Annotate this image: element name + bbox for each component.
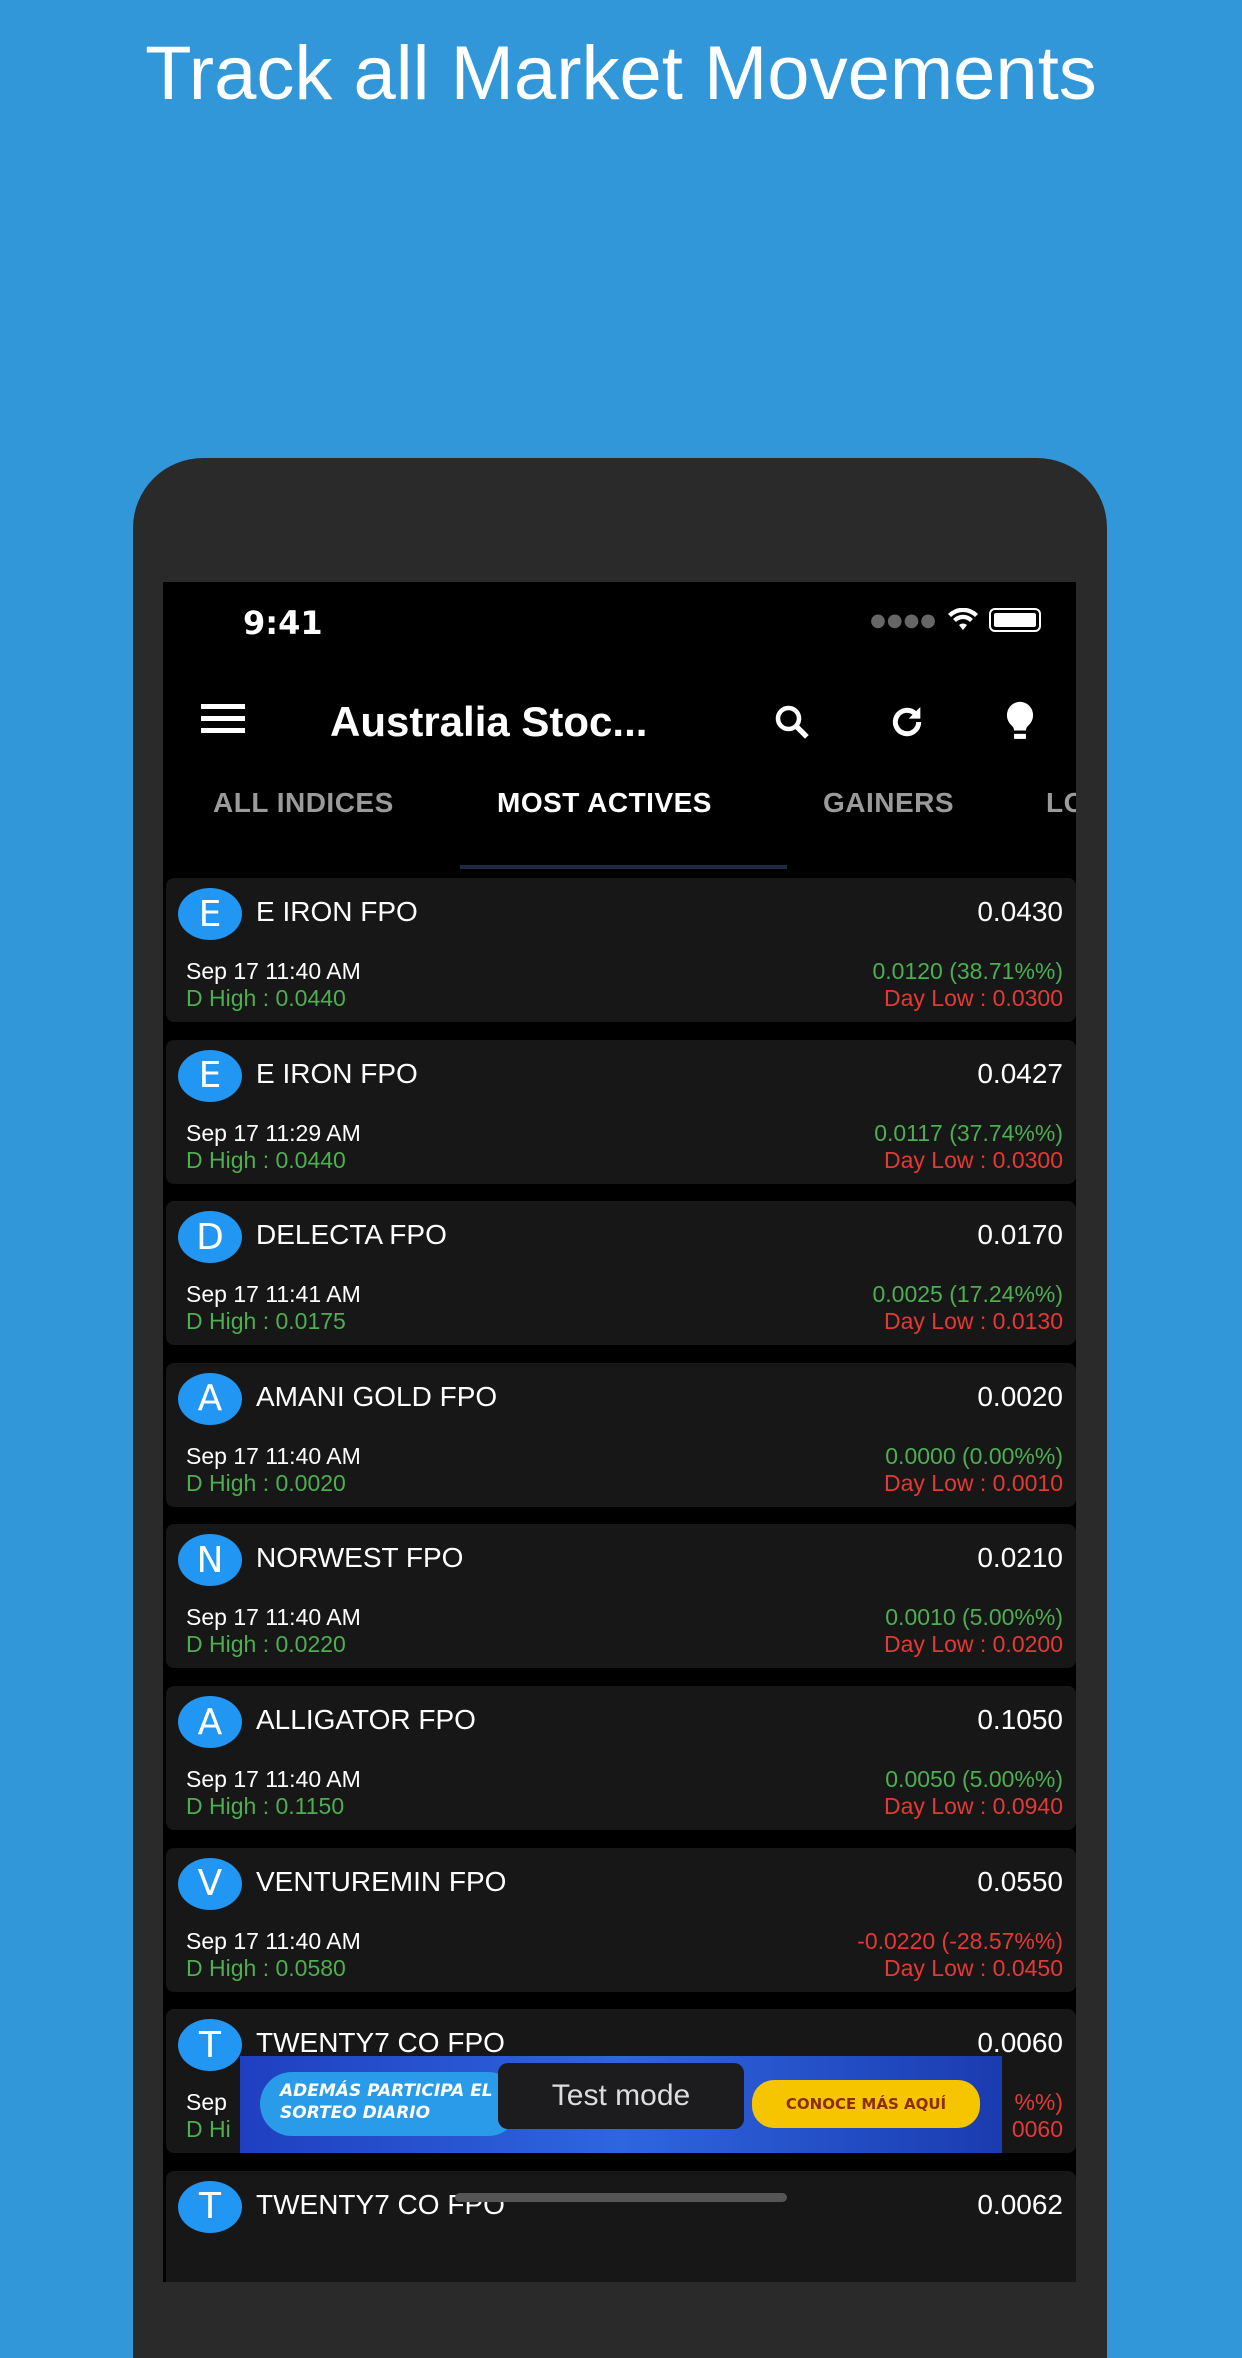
day-high: D High : 0.0440 (186, 985, 346, 1011)
status-bar: 9:41 ●●●● (163, 582, 1076, 662)
stock-time: Sep (186, 2089, 227, 2116)
stock-name: VENTUREMIN FPO (256, 1865, 507, 1897)
stock-time: Sep 17 11:40 AM (186, 1927, 361, 1954)
day-high: D High : 0.0440 (186, 1146, 346, 1173)
stock-price: 0.0020 (977, 1380, 1063, 1412)
day-high: D Hi (186, 2116, 231, 2143)
price-change: -0.0220 (-28.57%%) (857, 1927, 1063, 1954)
menu-icon[interactable] (201, 704, 245, 736)
stock-price: 0.0060 (977, 2027, 1063, 2059)
stock-name: E IRON FPO (256, 896, 418, 927)
stock-name: AMANI GOLD FPO (256, 1380, 498, 1412)
stock-name: ALLIGATOR FPO (256, 1704, 476, 1735)
wifi-icon (948, 608, 978, 630)
avatar: T (178, 2019, 242, 2072)
avatar: T (178, 2180, 242, 2233)
stock-price: 0.0210 (977, 1542, 1063, 1574)
price-change: 0.0050 (5.00%%) (885, 1766, 1063, 1792)
stock-row[interactable]: T TWENTY7 CO FPO 0.0062 (166, 2170, 1076, 2282)
stock-time: Sep 17 11:40 AM (186, 1766, 361, 1792)
price-change: 0.0117 (37.74%%) (874, 1119, 1063, 1146)
stock-row[interactable]: E E IRON FPO 0.0430 Sep 17 11:40 AM D High :… (166, 878, 1076, 1022)
tab-all-indices[interactable]: ALL INDICES (213, 787, 394, 819)
day-high: D High : 0.0580 (186, 1954, 346, 1981)
day-low: Day Low : 0.0300 (883, 985, 1063, 1011)
toolbar: Australia Stoc... (163, 682, 1076, 762)
day-low: Day Low : 0.0200 (883, 1631, 1063, 1658)
avatar: D (178, 1211, 242, 1264)
tab-gainers[interactable]: GAINERS (823, 787, 954, 819)
home-indicator[interactable] (455, 2193, 787, 2202)
stock-name: NORWEST FPO (256, 1542, 464, 1574)
ad-text: ADEMÁS PARTICIPA EL SORTEO DIARIO (260, 2072, 520, 2136)
day-high: D High : 0.1150 (186, 1793, 345, 1819)
price-change: 0.0025 (17.24%%) (872, 1281, 1063, 1308)
stock-price: 0.0430 (977, 896, 1063, 927)
signal-icon: ●●●● (870, 609, 937, 631)
price-change: 0.0010 (5.00%%) (885, 1604, 1063, 1631)
day-low: 0060 (1011, 2116, 1063, 2143)
tab-losers[interactable]: LO (1046, 787, 1076, 819)
tab-most-actives[interactable]: MOST ACTIVES (497, 787, 712, 819)
test-mode-toast: Test mode (498, 2063, 744, 2129)
stock-time: Sep 17 11:40 AM (186, 1604, 361, 1631)
stock-name: DELECTA FPO (256, 1219, 447, 1251)
avatar: A (178, 1696, 242, 1748)
app-screen: 9:41 ●●●● Australia Stoc... ALL INDICES … (163, 582, 1076, 2282)
day-low: Day Low : 0.0450 (883, 1954, 1063, 1981)
stock-row[interactable]: D DELECTA FPO 0.0170 Sep 17 11:41 AM D High … (166, 1201, 1076, 1346)
stock-name: E IRON FPO (256, 1057, 418, 1089)
stock-time: Sep 17 11:29 AM (186, 1119, 361, 1146)
stock-name: TWENTY7 CO FPO (256, 2027, 505, 2059)
headline: Track all Market Movements (145, 31, 1097, 116)
ad-cta-button[interactable]: CONOCE MÁS AQUÍ (752, 2080, 980, 2128)
avatar: A (178, 1372, 242, 1425)
day-low: Day Low : 0.0130 (883, 1308, 1063, 1335)
day-low: Day Low : 0.0010 (883, 1469, 1063, 1496)
price-change: 0.0120 (38.71%%) (872, 958, 1063, 984)
stock-row[interactable]: A ALLIGATOR FPO 0.1050 Sep 17 11:40 AM D Hig… (166, 1686, 1076, 1830)
stock-time: Sep 17 11:41 AM (186, 1281, 361, 1308)
tab-bar: ALL INDICES MOST ACTIVES GAINERS LO (163, 787, 1076, 867)
day-low: Day Low : 0.0940 (883, 1793, 1063, 1819)
stock-row[interactable]: V VENTUREMIN FPO 0.0550 Sep 17 11:40 AM D Hi… (166, 1847, 1076, 1992)
avatar: N (178, 1534, 242, 1587)
stock-price: 0.0550 (977, 1865, 1063, 1897)
refresh-icon[interactable] (879, 694, 935, 750)
day-high: D High : 0.0020 (186, 1469, 346, 1496)
stock-row[interactable]: N NORWEST FPO 0.0210 Sep 17 11:40 AM D High … (166, 1524, 1076, 1669)
stock-row[interactable]: E E IRON FPO 0.0427 Sep 17 11:29 AM D High :… (166, 1039, 1076, 1184)
stock-price: 0.0427 (977, 1057, 1063, 1089)
stock-time: Sep 17 11:40 AM (186, 958, 361, 984)
price-change: %%) (1014, 2089, 1063, 2116)
lightbulb-icon[interactable] (992, 694, 1048, 750)
day-high: D High : 0.0175 (186, 1308, 346, 1335)
battery-icon (989, 608, 1041, 632)
active-tab-indicator (460, 865, 787, 869)
stock-time: Sep 17 11:40 AM (186, 1442, 361, 1469)
day-high: D High : 0.0220 (186, 1631, 346, 1658)
stock-price: 0.0062 (977, 2188, 1063, 2220)
stock-price: 0.0170 (977, 1219, 1063, 1251)
avatar: E (178, 888, 242, 940)
day-low: Day Low : 0.0300 (883, 1146, 1063, 1173)
avatar: E (178, 1049, 242, 1102)
stock-row[interactable]: A AMANI GOLD FPO 0.0020 Sep 17 11:40 AM D Hi… (166, 1362, 1076, 1507)
stock-price: 0.1050 (977, 1704, 1063, 1735)
status-time: 9:41 (243, 604, 323, 642)
avatar: V (178, 1857, 242, 1910)
price-change: 0.0000 (0.00%%) (885, 1442, 1063, 1469)
search-icon[interactable] (764, 694, 820, 750)
app-title: Australia Stoc... (330, 698, 648, 745)
